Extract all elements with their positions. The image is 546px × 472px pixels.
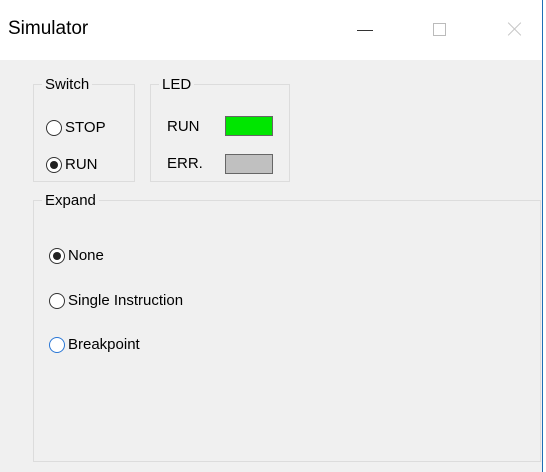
radio-unchecked-icon <box>49 336 65 353</box>
expand-radio-none-label: None <box>68 247 104 264</box>
switch-radio-stop[interactable]: STOP <box>46 119 106 136</box>
expand-group-legend: Expand <box>45 192 96 209</box>
close-icon <box>507 21 523 37</box>
radio-unchecked-icon <box>49 292 65 309</box>
led-err-label: ERR. <box>167 155 203 172</box>
expand-radio-none[interactable]: None <box>49 247 104 264</box>
expand-group: Expand None Single Instruction Breakpoin… <box>33 192 541 462</box>
switch-radio-run[interactable]: RUN <box>46 156 98 173</box>
switch-group-legend: Switch <box>45 76 90 93</box>
minimize-icon <box>357 29 373 31</box>
minimize-button[interactable] <box>342 12 388 52</box>
simulator-window: Simulator Switch STOP RUN LED RUN ERR. E… <box>0 0 543 472</box>
expand-radio-single-instruction-label: Single Instruction <box>68 292 184 309</box>
radio-checked-icon <box>49 247 65 264</box>
led-err-indicator <box>225 154 273 174</box>
radio-unchecked-icon <box>46 119 62 136</box>
switch-group: Switch STOP RUN <box>33 76 135 182</box>
led-run-label: RUN <box>167 118 200 135</box>
close-button[interactable] <box>492 12 538 52</box>
led-run-indicator <box>225 116 273 136</box>
maximize-icon <box>432 22 446 36</box>
switch-radio-run-label: RUN <box>65 156 98 173</box>
switch-radio-stop-label: STOP <box>65 119 106 136</box>
title-bar[interactable]: Simulator <box>0 0 542 60</box>
led-group-legend: LED <box>162 76 192 93</box>
led-group: LED RUN ERR. <box>150 76 290 182</box>
expand-radio-breakpoint-label: Breakpoint <box>68 336 140 353</box>
window-title: Simulator <box>8 18 89 39</box>
expand-radio-breakpoint[interactable]: Breakpoint <box>49 336 140 353</box>
maximize-button[interactable] <box>416 12 462 52</box>
expand-radio-single-instruction[interactable]: Single Instruction <box>49 292 183 309</box>
radio-checked-icon <box>46 156 62 173</box>
